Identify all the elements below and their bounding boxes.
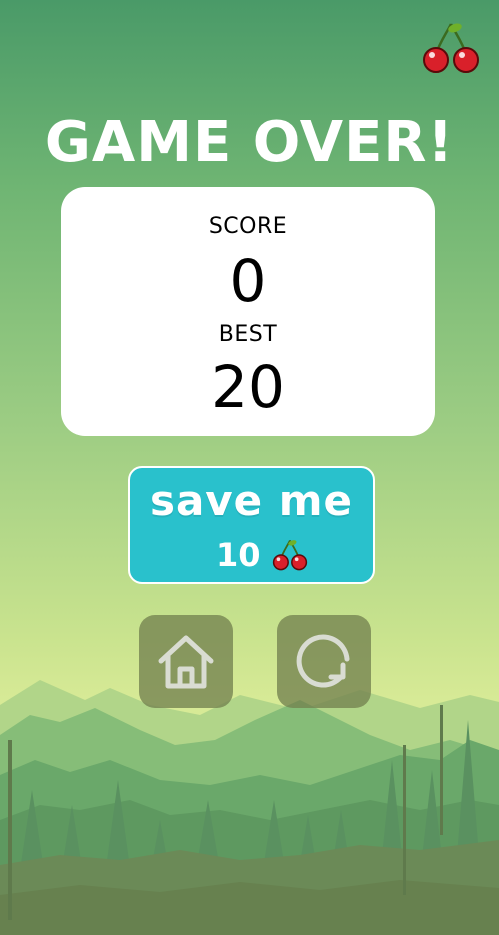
save-me-label: save me xyxy=(149,476,354,525)
home-icon xyxy=(158,635,214,689)
score-card: SCORE 0 BEST 20 xyxy=(61,187,435,436)
restart-button[interactable] xyxy=(277,615,371,708)
game-over-title: GAME OVER! xyxy=(44,110,455,175)
forest-landscape-background xyxy=(0,680,499,935)
game-over-screen: GAME OVER! SCORE 0 BEST 20 save me 10 xyxy=(0,0,499,935)
save-me-cost: 10 xyxy=(216,536,261,574)
save-me-button[interactable]: save me 10 xyxy=(128,466,375,584)
best-label: BEST xyxy=(218,322,278,347)
cherry-icon xyxy=(272,540,308,571)
best-value: 20 xyxy=(211,353,285,421)
home-button[interactable] xyxy=(139,615,233,708)
cherry-icon xyxy=(423,23,479,73)
score-value: 0 xyxy=(229,247,267,315)
restart-icon xyxy=(296,634,350,688)
score-label: SCORE xyxy=(208,214,288,239)
